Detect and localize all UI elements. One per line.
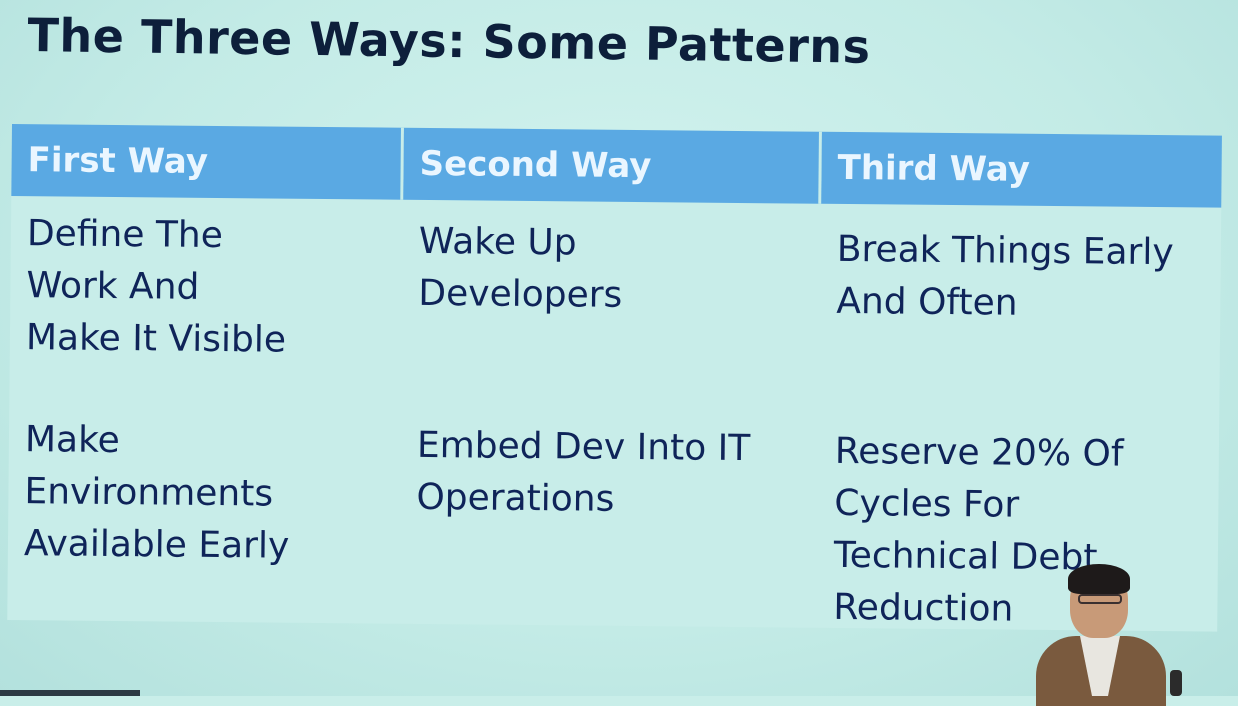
cell-line: Break Things Early xyxy=(836,228,1174,274)
cell-line: Cycles For xyxy=(834,482,1020,526)
cell-line: Make It Visible xyxy=(25,317,287,361)
cell-line: Embed Dev Into IT xyxy=(416,424,751,470)
table-header-row: First Way Second Way Third Way xyxy=(11,124,1222,212)
table-cell-second-way: Embed Dev Into IT Operations xyxy=(399,418,819,628)
table-row: Define The Work And Make It Visible Wake… xyxy=(9,206,1221,418)
table-cell-first-way: Define The Work And Make It Visible xyxy=(9,206,403,410)
glasses-icon xyxy=(1078,594,1122,604)
cell-line: Make xyxy=(24,419,121,462)
bottom-edge-bar xyxy=(0,690,140,696)
cell-line: Work And xyxy=(26,265,200,308)
cell-line: Wake Up xyxy=(418,220,577,264)
cell-line: Environments xyxy=(24,471,274,515)
header-second-way: Second Way xyxy=(403,127,822,204)
table-cell-first-way: Make Environments Available Early xyxy=(7,414,401,624)
header-first-way: First Way xyxy=(11,124,404,200)
cell-line: Developers xyxy=(418,272,623,316)
cell-line: Operations xyxy=(416,476,615,520)
presenter-hair xyxy=(1068,564,1130,594)
header-third-way: Third Way xyxy=(821,131,1222,208)
slide-title: The Three Ways: Some Patterns xyxy=(27,8,871,74)
cell-line: Reserve 20% Of xyxy=(834,430,1124,475)
cell-line: And Often xyxy=(836,280,1018,324)
cell-line: Define The xyxy=(26,213,224,257)
cell-line: Available Early xyxy=(23,523,290,567)
patterns-table: First Way Second Way Third Way Define Th… xyxy=(7,124,1222,632)
table-cell-second-way: Wake Up Developers xyxy=(401,210,821,414)
table-cell-third-way: Break Things Early And Often xyxy=(819,214,1221,418)
presenter-figure xyxy=(1030,560,1200,706)
presentation-slide: The Three Ways: Some Patterns First Way … xyxy=(0,0,1238,706)
microphone-icon xyxy=(1170,670,1182,696)
